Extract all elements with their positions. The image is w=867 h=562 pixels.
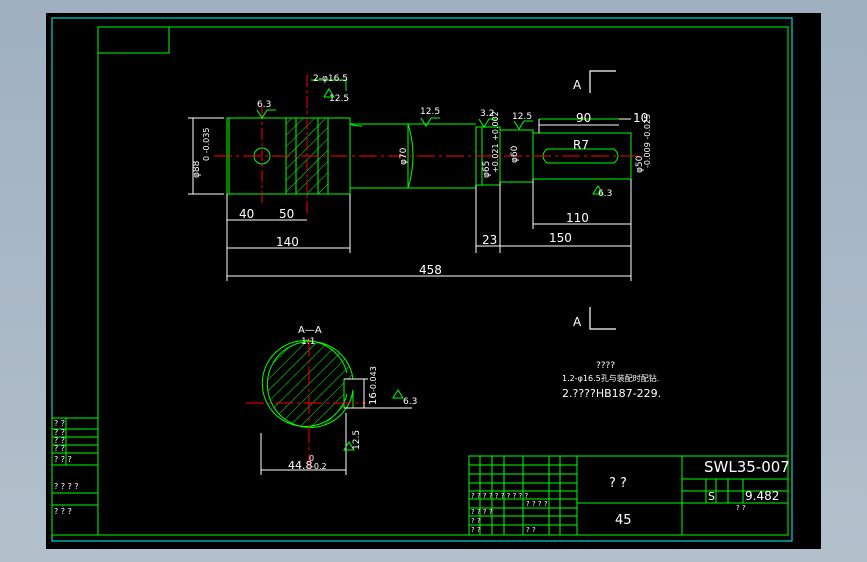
dia-bearing-tol: +0.021 +0.002 [491, 111, 500, 173]
inner-border [97, 26, 789, 536]
part-name: ? ? [609, 476, 627, 491]
dia-end-tol: -0.009 -0.025 [643, 114, 652, 168]
roughness-6: 6.3 [598, 189, 612, 199]
dim-40: 40 [239, 207, 254, 221]
notes-line-2: 2.????HB187-229. [562, 387, 661, 400]
left-label-1: ? ? [54, 419, 65, 428]
title-small-2: ? ? ? ? [526, 500, 548, 508]
roughness-3: 12.5 [420, 107, 440, 117]
dim-140: 140 [276, 235, 299, 249]
left-label-5: ? ? ? [54, 455, 72, 464]
left-label-4: ? ? [54, 444, 65, 453]
title-small-3: ? ? [736, 504, 746, 512]
weight-value: 9.482 [745, 489, 779, 503]
left-label-7: ? ? ? [54, 507, 72, 516]
outer-border [51, 17, 793, 542]
title-cell-2: ? ? [471, 517, 481, 525]
left-label-6: ? ? ? ? [54, 482, 79, 491]
dim-150: 150 [549, 231, 572, 245]
cad-drawing-canvas[interactable]: 6.3 2-φ16.5 12.5 12.5 3.2 12.5 6.3 R7 40… [46, 13, 821, 549]
dia-main-tol: 0 -0.035 [202, 128, 211, 161]
roughness-2: 12.5 [329, 94, 349, 104]
title-cell-3: ? ? [471, 526, 481, 534]
section-roughness-b: 12.5 [352, 430, 362, 450]
top-left-box [97, 26, 170, 54]
material: 45 [615, 513, 632, 528]
dim-110: 110 [566, 211, 589, 225]
notes-line-1: 1.2-φ16.5孔与装配时配钻. [562, 373, 659, 383]
roughness-1: 6.3 [257, 100, 271, 110]
dim-50: 50 [279, 207, 294, 221]
dim-458: 458 [419, 263, 442, 277]
section-roughness-a: 6.3 [403, 397, 417, 407]
section-scale: 1:1 [301, 337, 315, 347]
part-number: SWL35-007 [704, 458, 790, 476]
drawing-svg: 6.3 2-φ16.5 12.5 12.5 3.2 12.5 6.3 R7 40… [51, 17, 793, 542]
title-cell-4: ? ? [526, 526, 536, 534]
title-cell-1: ? ? ? ? [471, 508, 493, 516]
key-dim-tol: -0.043 [369, 366, 378, 392]
dim-23: 23 [482, 233, 497, 247]
section-markers [589, 70, 616, 330]
dimension-lines [188, 117, 632, 281]
dim-90: 90 [576, 111, 591, 125]
section-mark-bottom: A [573, 315, 582, 329]
section-view [246, 338, 366, 468]
scale-label: S [708, 490, 715, 503]
title-small-1: ? ? ? ? ? ? ? ? ? ? [471, 492, 528, 500]
dia-step: φ60 [510, 145, 520, 163]
notes-heading: ???? [596, 361, 615, 371]
holes-label: 2-φ16.5 [313, 74, 348, 84]
radius-label: R7 [573, 138, 589, 152]
section-width-tol-lower: -0.2 [311, 462, 327, 471]
dia-main: φ88 [192, 160, 202, 178]
section-mark-top: A [573, 78, 582, 92]
roughness-5: 12.5 [512, 112, 532, 122]
dia-mid: φ70 [399, 147, 409, 165]
section-title: A—A [298, 325, 322, 336]
key-dim: 16 [368, 392, 379, 405]
